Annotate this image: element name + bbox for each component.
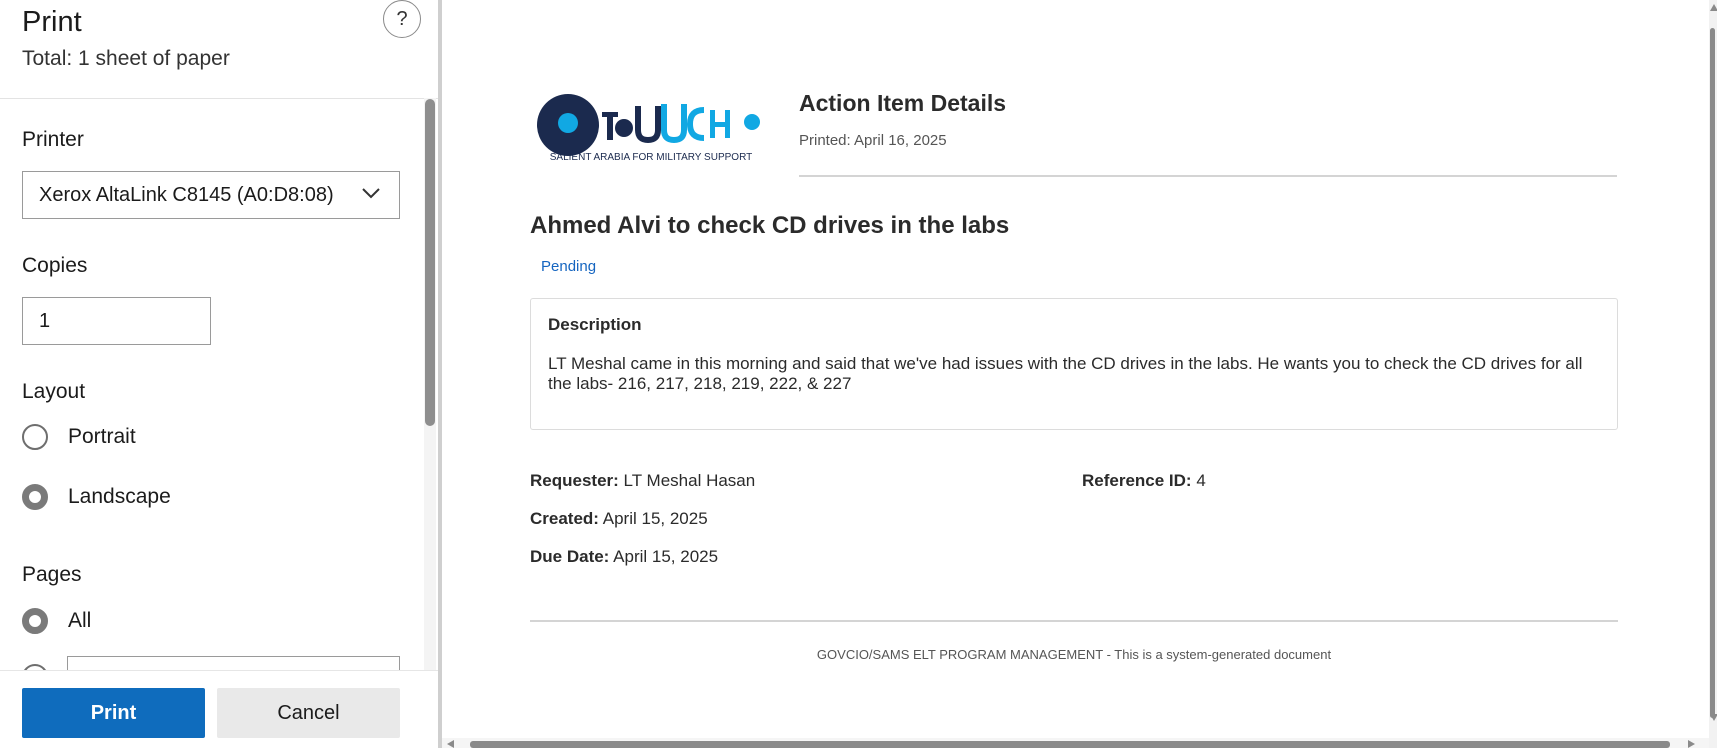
reference-field: Reference ID: 4 — [1082, 471, 1206, 491]
portrait-label: Portrait — [68, 425, 136, 448]
requester-field: Requester: LT Meshal Hasan — [530, 471, 755, 491]
help-button[interactable]: ? — [383, 0, 421, 38]
chevron-down-icon — [362, 188, 380, 199]
created-field: Created: April 15, 2025 — [530, 509, 708, 529]
radio-landscape[interactable] — [22, 484, 48, 510]
radio-all-pages[interactable] — [22, 608, 48, 634]
print-settings-panel: Print Total: 1 sheet of paper ? Printer … — [0, 0, 438, 749]
svg-text:SALIENT ARABIA FOR MILITARY SU: SALIENT ARABIA FOR MILITARY SUPPORT — [550, 152, 752, 163]
company-logo: SALIENT ARABIA FOR MILITARY SUPPORT — [537, 94, 760, 163]
reference-value: 4 — [1196, 471, 1206, 490]
description-heading: Description — [548, 315, 642, 334]
radio-portrait[interactable] — [22, 424, 48, 450]
copies-input[interactable]: 1 — [22, 297, 211, 345]
landscape-label: Landscape — [68, 485, 171, 508]
requester-value: LT Meshal Hasan — [623, 471, 756, 490]
printer-label: Printer — [22, 128, 84, 151]
created-value: April 15, 2025 — [602, 509, 708, 528]
copies-label: Copies — [22, 254, 88, 277]
printer-select[interactable]: Xerox AltaLink C8145 (A0:D8:08) — [22, 171, 400, 219]
copies-value: 1 — [39, 309, 51, 332]
all-pages-label: All — [68, 609, 92, 632]
created-label: Created: — [530, 509, 599, 528]
scroll-up-arrow-icon[interactable] — [1710, 4, 1717, 11]
requester-label: Requester: — [530, 471, 619, 490]
layout-option-landscape[interactable]: Landscape — [22, 484, 171, 510]
due-date-field: Due Date: April 15, 2025 — [530, 547, 718, 567]
divider — [0, 98, 438, 99]
printer-selected-value: Xerox AltaLink C8145 (A0:D8:08) — [39, 183, 334, 206]
preview-horizontal-scrollbar-thumb[interactable] — [470, 741, 1670, 748]
document-header-title: Action Item Details — [799, 90, 1007, 116]
description-text: LT Meshal came in this morning and said … — [548, 354, 1583, 393]
layout-label: Layout — [22, 380, 86, 403]
description-box: Description LT Meshal came in this morni… — [530, 298, 1618, 430]
total-sheets-text: Total: 1 sheet of paper — [22, 47, 230, 70]
due-date-value: April 15, 2025 — [613, 547, 719, 566]
cancel-button[interactable]: Cancel — [217, 688, 400, 738]
pages-label: Pages — [22, 563, 82, 586]
scroll-left-arrow-icon[interactable] — [447, 740, 454, 748]
print-dialog-title: Print — [22, 6, 82, 38]
header-divider — [799, 175, 1617, 177]
footer-divider — [530, 620, 1618, 622]
printed-date: Printed: April 16, 2025 — [799, 132, 947, 149]
print-button[interactable]: Print — [22, 688, 205, 738]
due-date-label: Due Date: — [530, 547, 610, 566]
pages-option-all[interactable]: All — [22, 608, 91, 634]
preview-vertical-scrollbar-thumb[interactable] — [1710, 28, 1715, 718]
layout-option-portrait[interactable]: Portrait — [22, 424, 136, 450]
action-item-title: Ahmed Alvi to check CD drives in the lab… — [530, 212, 1010, 239]
status-badge: Pending — [541, 258, 597, 275]
scroll-right-arrow-icon[interactable] — [1688, 740, 1695, 748]
help-icon: ? — [396, 7, 408, 30]
document-footer: GOVCIO/SAMS ELT PROGRAM MANAGEMENT - Thi… — [816, 647, 1332, 662]
panel-scrollbar-thumb[interactable] — [425, 99, 435, 426]
reference-label: Reference ID: — [1082, 471, 1192, 490]
scroll-down-arrow-icon[interactable] — [1710, 714, 1717, 721]
